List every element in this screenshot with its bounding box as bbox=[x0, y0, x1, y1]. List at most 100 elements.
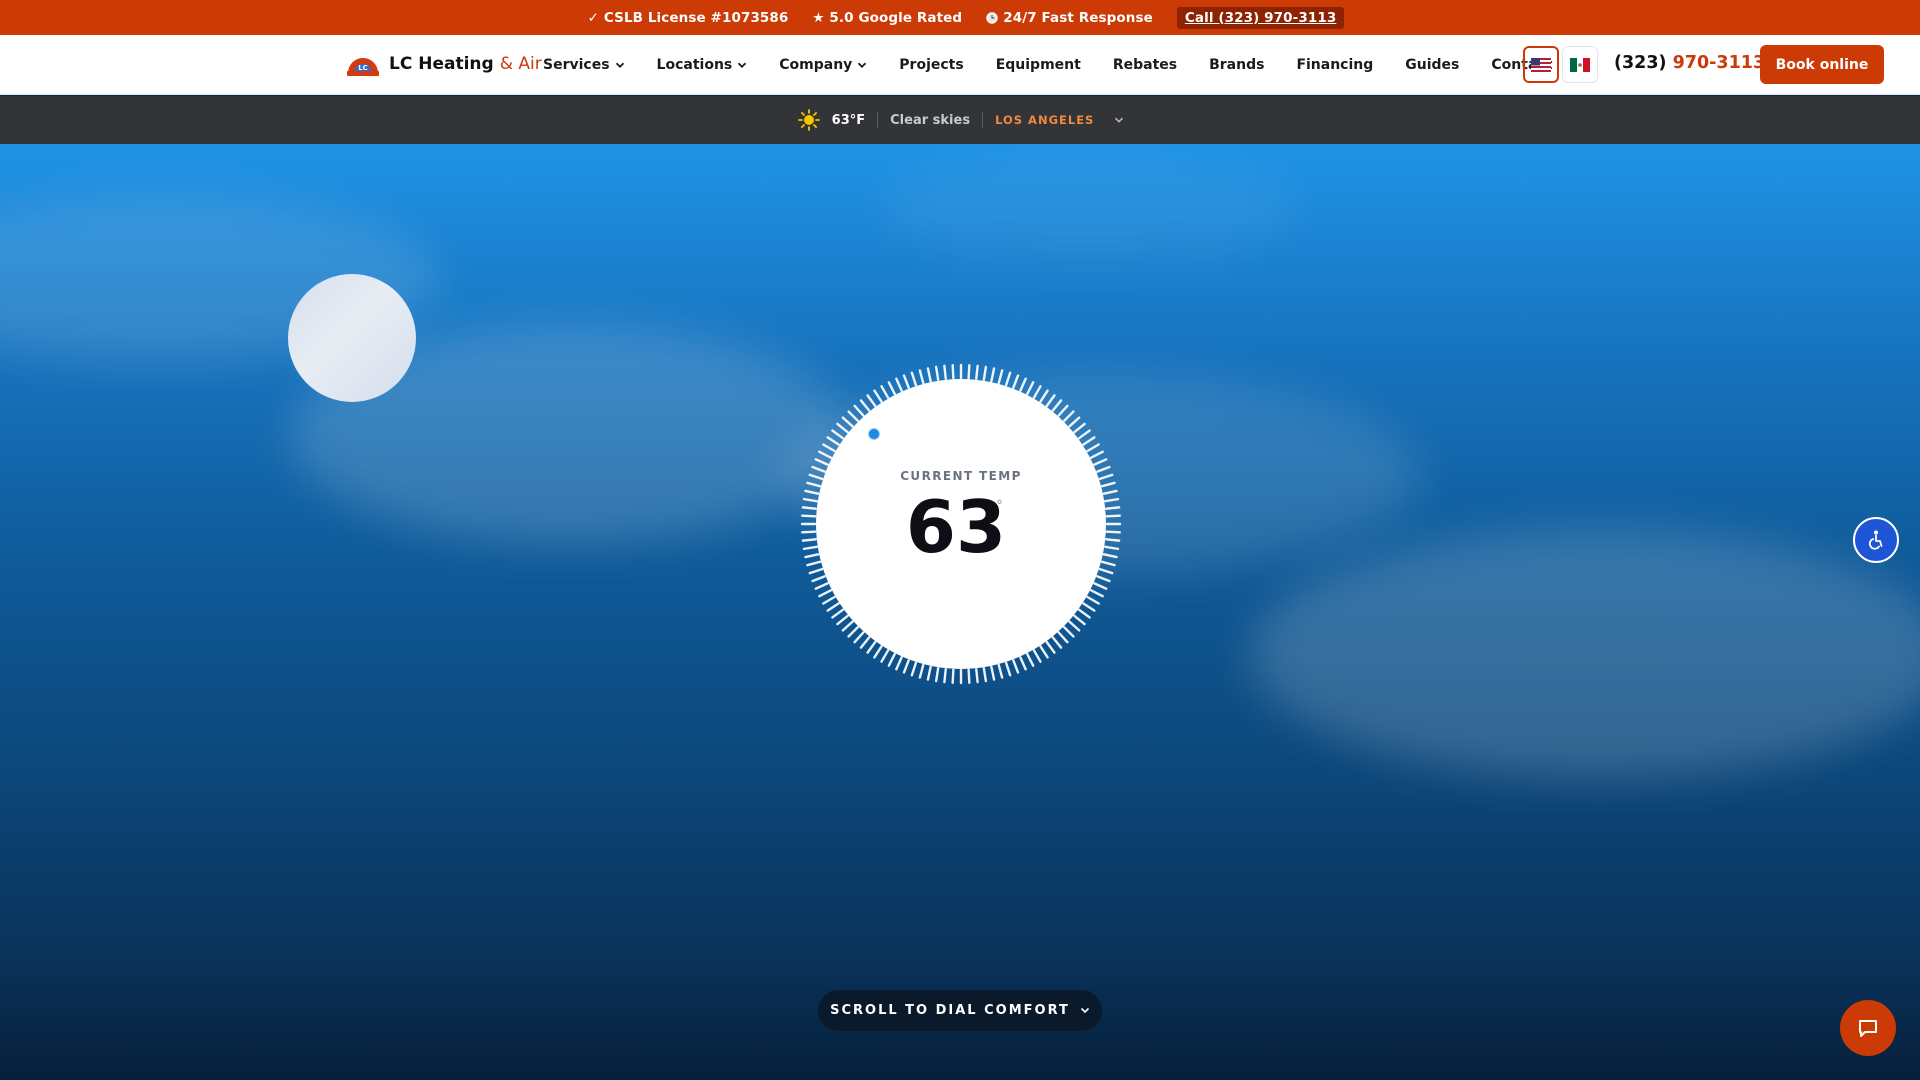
chat-button[interactable] bbox=[1840, 1000, 1896, 1056]
chevron-down-icon bbox=[738, 62, 747, 68]
dial-tick bbox=[887, 381, 896, 396]
weather-temperature: 63°F bbox=[831, 112, 866, 128]
weather-divider bbox=[982, 112, 984, 128]
weather-city-select[interactable]: LOS ANGELES bbox=[995, 113, 1094, 127]
dial-tick bbox=[806, 481, 822, 488]
current-temp-value: 63 bbox=[905, 485, 1007, 569]
announcement-bar: ✓ CSLB License #1073586 ★ 5.0 Google Rat… bbox=[0, 0, 1920, 35]
dial-tick bbox=[1068, 416, 1081, 428]
dial-tick bbox=[873, 645, 883, 659]
dial-tick bbox=[1100, 481, 1116, 488]
dial-tick bbox=[926, 665, 932, 681]
dial-tick bbox=[859, 636, 871, 649]
dial-tick bbox=[1082, 602, 1096, 612]
dial-tick bbox=[1019, 656, 1027, 671]
clock-icon bbox=[986, 11, 998, 24]
dial-tick bbox=[1004, 661, 1012, 677]
dial-tick bbox=[1077, 608, 1091, 619]
moon-decoration bbox=[288, 274, 416, 402]
accessibility-icon bbox=[1868, 530, 1883, 550]
dial-tick bbox=[997, 663, 1004, 679]
us-flag-icon bbox=[1531, 57, 1551, 72]
dial-tick bbox=[975, 364, 979, 380]
dial-tick bbox=[859, 399, 871, 412]
nav-item-brands[interactable]: Brands bbox=[1209, 57, 1264, 73]
weather-divider bbox=[877, 112, 879, 128]
dial-tick bbox=[982, 365, 988, 381]
dial-tick bbox=[1093, 458, 1108, 466]
dial-tick bbox=[841, 416, 854, 428]
thermostat-dial[interactable]: CURRENT TEMP 63 ° bbox=[796, 359, 1126, 689]
dial-tick bbox=[1019, 377, 1027, 392]
dial-tick bbox=[934, 667, 940, 683]
dial-tick bbox=[808, 567, 824, 575]
dial-tick bbox=[1063, 410, 1075, 422]
call-link[interactable]: Call (323) 970-3113 bbox=[1176, 6, 1345, 29]
dial-tick bbox=[1063, 626, 1075, 638]
dial-tick bbox=[1039, 645, 1049, 659]
book-online-button[interactable]: Book online bbox=[1760, 45, 1884, 84]
dial-tick bbox=[831, 429, 845, 440]
nav-item-label: Company bbox=[779, 57, 853, 73]
nav-item-label: Locations bbox=[656, 57, 733, 73]
dial-tick bbox=[853, 404, 865, 417]
nav-item-financing[interactable]: Financing bbox=[1296, 57, 1373, 73]
nav-item-rebates[interactable]: Rebates bbox=[1113, 57, 1177, 73]
logo[interactable]: LC LC Heating & Air bbox=[345, 51, 542, 77]
dial-tick bbox=[822, 595, 836, 605]
dial-tick bbox=[902, 374, 910, 389]
sun-icon bbox=[797, 109, 820, 131]
response-badge: 24/7 Fast Response bbox=[986, 10, 1153, 26]
nav-item-projects[interactable]: Projects bbox=[899, 57, 963, 73]
nav-links: Services Locations Company Projects Equi… bbox=[543, 35, 1584, 95]
dial-tick bbox=[943, 364, 947, 380]
dial-knob-handle[interactable] bbox=[868, 428, 880, 440]
dial-tick bbox=[831, 608, 845, 619]
language-spanish-button[interactable] bbox=[1562, 46, 1598, 83]
dial-tick bbox=[818, 589, 833, 598]
dial-tick bbox=[1045, 394, 1056, 408]
nav-item-company[interactable]: Company bbox=[779, 57, 867, 73]
current-temp-unit: ° bbox=[996, 498, 1003, 514]
dial-tick bbox=[967, 364, 971, 380]
nav-item-equipment[interactable]: Equipment bbox=[996, 57, 1081, 73]
dial-tick bbox=[1051, 399, 1063, 412]
dial-tick bbox=[926, 367, 932, 383]
dial-tick bbox=[902, 659, 910, 674]
dial-tick bbox=[1082, 436, 1096, 446]
language-english-button[interactable] bbox=[1523, 46, 1559, 83]
dial-tick bbox=[934, 365, 940, 381]
dial-tick bbox=[826, 436, 840, 446]
chat-bubble-icon bbox=[1859, 1020, 1877, 1037]
dial-tick bbox=[990, 367, 996, 383]
dial-tick bbox=[910, 371, 918, 387]
dial-tick bbox=[1057, 631, 1069, 644]
accessibility-button[interactable] bbox=[1853, 517, 1899, 563]
cloud bbox=[1250, 529, 1920, 779]
scroll-to-dial-button[interactable]: SCROLL TO DIAL COMFORT bbox=[818, 990, 1102, 1031]
nav-item-locations[interactable]: Locations bbox=[657, 57, 748, 73]
dial-tick bbox=[847, 626, 859, 638]
chevron-down-icon[interactable] bbox=[1114, 115, 1124, 125]
dial-tick bbox=[1073, 614, 1086, 626]
dial-tick bbox=[918, 369, 925, 385]
response-text: 24/7 Fast Response bbox=[1003, 9, 1153, 26]
nav-phone-link[interactable]: (323) 970-3113 bbox=[1614, 53, 1765, 73]
dial-tick bbox=[1086, 595, 1100, 605]
dial-tick bbox=[1068, 620, 1081, 632]
dial-tick bbox=[990, 665, 996, 681]
logo-icon: LC bbox=[347, 58, 379, 76]
nav-item-guides[interactable]: Guides bbox=[1405, 57, 1459, 73]
dial-tick bbox=[836, 422, 849, 434]
nav-item-services[interactable]: Services bbox=[543, 57, 625, 73]
dial-tick bbox=[1098, 567, 1114, 575]
dial-tick bbox=[1039, 389, 1049, 403]
dial-tick bbox=[1045, 640, 1056, 654]
nav-item-label: Services bbox=[543, 57, 610, 73]
dial-tick bbox=[1089, 450, 1104, 459]
dial-tick bbox=[1086, 443, 1100, 453]
current-temp-label: CURRENT TEMP bbox=[900, 469, 1022, 483]
dial-tick bbox=[1073, 422, 1086, 434]
dial-tick bbox=[910, 661, 918, 677]
hero-section: CURRENT TEMP 63 ° bbox=[0, 144, 1920, 1080]
